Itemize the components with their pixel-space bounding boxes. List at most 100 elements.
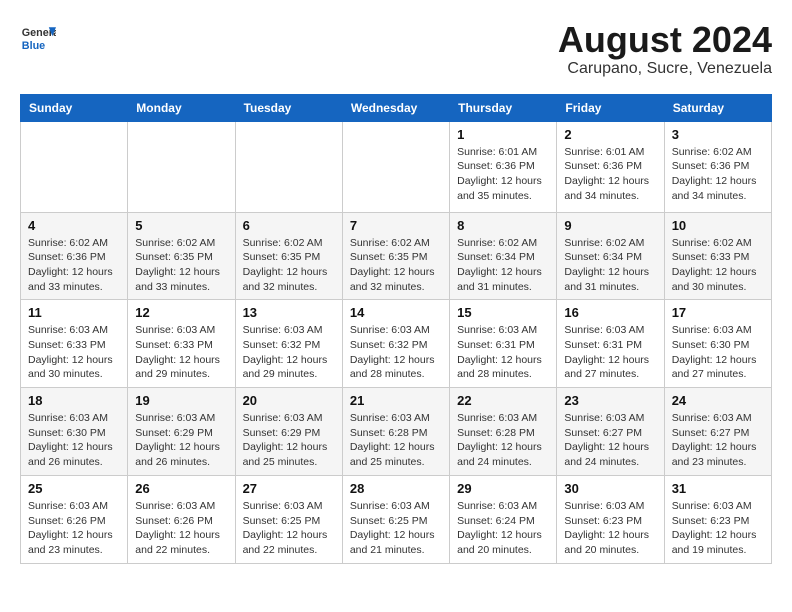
- table-row: 18 Sunrise: 6:03 AMSunset: 6:30 PMDayligh…: [21, 388, 128, 476]
- svg-text:Blue: Blue: [22, 40, 45, 52]
- calendar-week-row: 11 Sunrise: 6:03 AMSunset: 6:33 PMDayligh…: [21, 300, 772, 388]
- calendar-week-row: 25 Sunrise: 6:03 AMSunset: 6:26 PMDayligh…: [21, 475, 772, 563]
- day-info: Sunrise: 6:02 AMSunset: 6:34 PMDaylight:…: [457, 236, 549, 295]
- day-info: Sunrise: 6:03 AMSunset: 6:25 PMDaylight:…: [243, 499, 335, 558]
- header-sunday: Sunday: [21, 94, 128, 121]
- day-number: 19: [135, 393, 227, 408]
- day-number: 17: [672, 305, 764, 320]
- title-block: August 2024 Carupano, Sucre, Venezuela: [558, 20, 772, 78]
- day-number: 9: [564, 218, 656, 233]
- day-info: Sunrise: 6:03 AMSunset: 6:28 PMDaylight:…: [457, 411, 549, 470]
- page-title: August 2024: [558, 20, 772, 60]
- day-number: 2: [564, 127, 656, 142]
- calendar-week-row: 4Sunrise: 6:02 AMSunset: 6:36 PMDaylight…: [21, 212, 772, 300]
- day-info: Sunrise: 6:02 AMSunset: 6:36 PMDaylight:…: [28, 236, 120, 295]
- header-friday: Friday: [557, 94, 664, 121]
- day-number: 24: [672, 393, 764, 408]
- day-info: Sunrise: 6:03 AMSunset: 6:33 PMDaylight:…: [28, 323, 120, 382]
- table-row: 31 Sunrise: 6:03 AMSunset: 6:23 PMDayligh…: [664, 475, 771, 563]
- day-info: Sunrise: 6:03 AMSunset: 6:24 PMDaylight:…: [457, 499, 549, 558]
- table-row: 7Sunrise: 6:02 AMSunset: 6:35 PMDaylight…: [342, 212, 449, 300]
- table-row: 6 Sunrise: 6:02 AMSunset: 6:35 PMDaylight…: [235, 212, 342, 300]
- day-info: Sunrise: 6:02 AMSunset: 6:35 PMDaylight:…: [243, 236, 335, 295]
- day-info: Sunrise: 6:03 AMSunset: 6:26 PMDaylight:…: [28, 499, 120, 558]
- table-row: 20Sunrise: 6:03 AMSunset: 6:29 PMDayligh…: [235, 388, 342, 476]
- day-info: Sunrise: 6:02 AMSunset: 6:33 PMDaylight:…: [672, 236, 764, 295]
- day-info: Sunrise: 6:03 AMSunset: 6:26 PMDaylight:…: [135, 499, 227, 558]
- day-number: 30: [564, 481, 656, 496]
- logo: General Blue: [20, 20, 56, 56]
- day-number: 11: [28, 305, 120, 320]
- table-row: 29 Sunrise: 6:03 AMSunset: 6:24 PMDayligh…: [450, 475, 557, 563]
- table-row: 17 Sunrise: 6:03 AMSunset: 6:30 PMDayligh…: [664, 300, 771, 388]
- day-number: 16: [564, 305, 656, 320]
- day-number: 13: [243, 305, 335, 320]
- table-row: 22 Sunrise: 6:03 AMSunset: 6:28 PMDayligh…: [450, 388, 557, 476]
- day-number: 3: [672, 127, 764, 142]
- day-info: Sunrise: 6:03 AMSunset: 6:32 PMDaylight:…: [350, 323, 442, 382]
- table-row: 13 Sunrise: 6:03 AMSunset: 6:32 PMDayligh…: [235, 300, 342, 388]
- day-info: Sunrise: 6:03 AMSunset: 6:28 PMDaylight:…: [350, 411, 442, 470]
- day-info: Sunrise: 6:02 AMSunset: 6:35 PMDaylight:…: [135, 236, 227, 295]
- day-number: 14: [350, 305, 442, 320]
- day-info: Sunrise: 6:03 AMSunset: 6:25 PMDaylight:…: [350, 499, 442, 558]
- table-row: 25 Sunrise: 6:03 AMSunset: 6:26 PMDayligh…: [21, 475, 128, 563]
- day-info: Sunrise: 6:03 AMSunset: 6:30 PMDaylight:…: [672, 323, 764, 382]
- day-info: Sunrise: 6:03 AMSunset: 6:23 PMDaylight:…: [672, 499, 764, 558]
- day-number: 28: [350, 481, 442, 496]
- table-row: 28 Sunrise: 6:03 AMSunset: 6:25 PMDayligh…: [342, 475, 449, 563]
- calendar-header-row: Sunday Monday Tuesday Wednesday Thursday…: [21, 94, 772, 121]
- day-number: 25: [28, 481, 120, 496]
- table-row: [128, 121, 235, 212]
- day-number: 18: [28, 393, 120, 408]
- day-number: 5: [135, 218, 227, 233]
- page-header: General Blue August 2024 Carupano, Sucre…: [20, 20, 772, 78]
- table-row: 3Sunrise: 6:02 AMSunset: 6:36 PMDaylight…: [664, 121, 771, 212]
- day-info: Sunrise: 6:03 AMSunset: 6:31 PMDaylight:…: [564, 323, 656, 382]
- table-row: 27 Sunrise: 6:03 AMSunset: 6:25 PMDayligh…: [235, 475, 342, 563]
- header-thursday: Thursday: [450, 94, 557, 121]
- day-number: 23: [564, 393, 656, 408]
- calendar-week-row: 18 Sunrise: 6:03 AMSunset: 6:30 PMDayligh…: [21, 388, 772, 476]
- table-row: [235, 121, 342, 212]
- table-row: 16 Sunrise: 6:03 AMSunset: 6:31 PMDayligh…: [557, 300, 664, 388]
- table-row: 15Sunrise: 6:03 AMSunset: 6:31 PMDayligh…: [450, 300, 557, 388]
- table-row: 21 Sunrise: 6:03 AMSunset: 6:28 PMDayligh…: [342, 388, 449, 476]
- header-saturday: Saturday: [664, 94, 771, 121]
- day-number: 21: [350, 393, 442, 408]
- day-info: Sunrise: 6:03 AMSunset: 6:29 PMDaylight:…: [135, 411, 227, 470]
- table-row: 8 Sunrise: 6:02 AMSunset: 6:34 PMDaylight…: [450, 212, 557, 300]
- day-number: 31: [672, 481, 764, 496]
- table-row: [342, 121, 449, 212]
- day-info: Sunrise: 6:03 AMSunset: 6:27 PMDaylight:…: [672, 411, 764, 470]
- calendar-table: Sunday Monday Tuesday Wednesday Thursday…: [20, 94, 772, 564]
- table-row: 11 Sunrise: 6:03 AMSunset: 6:33 PMDayligh…: [21, 300, 128, 388]
- day-number: 1: [457, 127, 549, 142]
- day-info: Sunrise: 6:03 AMSunset: 6:33 PMDaylight:…: [135, 323, 227, 382]
- day-info: Sunrise: 6:03 AMSunset: 6:27 PMDaylight:…: [564, 411, 656, 470]
- table-row: [21, 121, 128, 212]
- day-number: 29: [457, 481, 549, 496]
- page-subtitle: Carupano, Sucre, Venezuela: [558, 60, 772, 78]
- day-info: Sunrise: 6:03 AMSunset: 6:30 PMDaylight:…: [28, 411, 120, 470]
- day-number: 8: [457, 218, 549, 233]
- table-row: 23 Sunrise: 6:03 AMSunset: 6:27 PMDayligh…: [557, 388, 664, 476]
- day-info: Sunrise: 6:01 AMSunset: 6:36 PMDaylight:…: [564, 145, 656, 204]
- day-info: Sunrise: 6:01 AMSunset: 6:36 PMDaylight:…: [457, 145, 549, 204]
- day-info: Sunrise: 6:02 AMSunset: 6:34 PMDaylight:…: [564, 236, 656, 295]
- day-number: 6: [243, 218, 335, 233]
- day-info: Sunrise: 6:03 AMSunset: 6:29 PMDaylight:…: [243, 411, 335, 470]
- table-row: 24 Sunrise: 6:03 AMSunset: 6:27 PMDayligh…: [664, 388, 771, 476]
- table-row: 4Sunrise: 6:02 AMSunset: 6:36 PMDaylight…: [21, 212, 128, 300]
- logo-icon: General Blue: [20, 20, 56, 56]
- day-number: 10: [672, 218, 764, 233]
- day-number: 27: [243, 481, 335, 496]
- header-wednesday: Wednesday: [342, 94, 449, 121]
- day-number: 22: [457, 393, 549, 408]
- header-monday: Monday: [128, 94, 235, 121]
- table-row: 2 Sunrise: 6:01 AMSunset: 6:36 PMDaylight…: [557, 121, 664, 212]
- table-row: 26Sunrise: 6:03 AMSunset: 6:26 PMDayligh…: [128, 475, 235, 563]
- day-info: Sunrise: 6:03 AMSunset: 6:32 PMDaylight:…: [243, 323, 335, 382]
- header-tuesday: Tuesday: [235, 94, 342, 121]
- day-info: Sunrise: 6:03 AMSunset: 6:23 PMDaylight:…: [564, 499, 656, 558]
